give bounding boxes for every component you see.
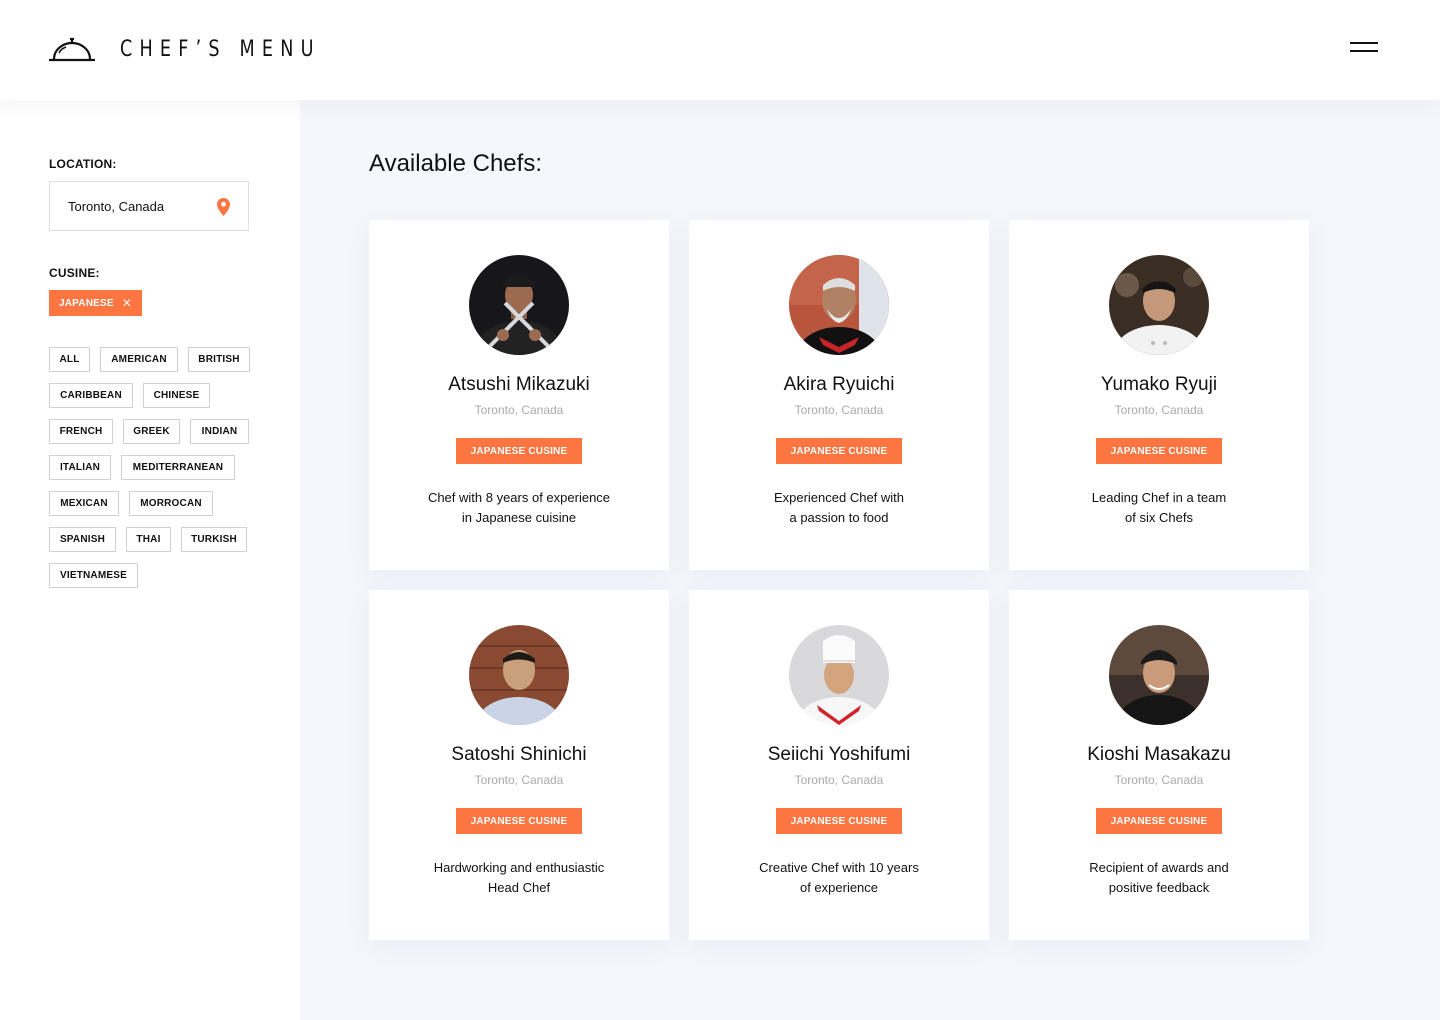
chef-location: Toronto, Canada [474, 773, 564, 787]
chef-description: Recipient of awards and positive feedbac… [1049, 858, 1269, 898]
chef-avatar [469, 255, 569, 355]
cuisine-tag-french[interactable]: FRENCH [49, 419, 113, 444]
cuisine-badge: JAPANESE CUSINE [1096, 808, 1222, 834]
chef-card[interactable]: Kioshi Masakazu Toronto, Canada JAPANESE… [1009, 590, 1309, 940]
cuisine-tag-italian[interactable]: ITALIAN [49, 455, 111, 480]
cuisine-tag-label: SPANISH [59, 534, 106, 545]
cuisine-tag-indian[interactable]: INDIAN [190, 419, 249, 444]
chef-name: Kioshi Masakazu [1087, 744, 1231, 765]
hamburger-menu-icon[interactable] [1350, 42, 1380, 56]
cuisine-tag-american[interactable]: AMERICAN [100, 347, 178, 372]
chef-description-line: a passion to food [789, 510, 889, 525]
cuisine-badge: JAPANESE CUSINE [776, 808, 902, 834]
cuisine-tag-british[interactable]: BRITISH [188, 347, 250, 372]
chef-location: Toronto, Canada [794, 773, 884, 787]
chef-description: Chef with 8 years of experience in Japan… [409, 488, 629, 528]
chef-card[interactable]: Yumako Ryuji Toronto, Canada JAPANESE CU… [1009, 220, 1309, 570]
chef-avatar [789, 255, 889, 355]
cuisine-tag-morrocan[interactable]: MORROCAN [129, 491, 213, 516]
cuisine-tag-all[interactable]: ALL [49, 347, 90, 372]
selected-cuisine-label: JAPANESE [59, 297, 114, 309]
chef-name: Satoshi Shinichi [451, 744, 587, 765]
chef-description-line: positive feedback [1108, 880, 1210, 895]
cuisine-tag-label: CARIBBEAN [60, 390, 122, 401]
cuisine-tag-mediterranean[interactable]: MEDITERRANEAN [121, 455, 235, 480]
chef-card[interactable]: Seiichi Yoshifumi Toronto, Canada JAPANE… [689, 590, 989, 940]
cuisine-tag-label: BRITISH [198, 354, 240, 365]
cuisine-badge: JAPANESE CUSINE [776, 438, 902, 464]
chef-description: Creative Chef with 10 years of experienc… [729, 858, 949, 898]
chef-description: Hardworking and enthusiastic Head Chef [409, 858, 629, 898]
cloche-icon [49, 37, 95, 62]
location-value: Toronto, Canada [68, 198, 165, 214]
cuisine-tag-greek[interactable]: GREEK [123, 419, 180, 444]
close-icon[interactable]: ✕ [122, 297, 132, 309]
cuisine-tag-vietnamese[interactable]: VIETNAMESE [49, 563, 138, 588]
selected-cuisine-tag[interactable]: JAPANESE ✕ [49, 290, 143, 316]
cuisine-tag-spanish[interactable]: SPANISH [49, 527, 116, 552]
logo[interactable]: CHEF’S MENU [48, 34, 371, 64]
cuisine-badge: JAPANESE CUSINE [456, 438, 582, 464]
cuisine-tag-label: TURKISH [191, 534, 237, 545]
chef-avatar [1109, 625, 1209, 725]
filter-sidebar: LOCATION: Toronto, Canada CUSINE: JAPANE… [0, 100, 300, 1020]
cuisine-tag-label: ITALIAN [59, 462, 101, 473]
chef-description-line: Leading Chef in a team [1091, 490, 1227, 505]
cuisine-tag-label: MEDITERRANEAN [132, 462, 224, 473]
chef-description-line: Creative Chef with 10 years [759, 860, 919, 875]
cuisine-tag-turkish[interactable]: TURKISH [181, 527, 247, 552]
chef-avatar [469, 625, 569, 725]
chef-name: Seiichi Yoshifumi [767, 744, 911, 765]
cuisine-tag-caribbean[interactable]: CARIBBEAN [49, 383, 133, 408]
chef-description-line: in Japanese cuisine [461, 510, 577, 525]
map-pin-icon[interactable] [217, 198, 230, 216]
chef-description-line: of experience [799, 880, 879, 895]
top-header: CHEF’S MENU [0, 0, 1440, 100]
cuisine-tag-label: GREEK [133, 426, 170, 437]
cuisine-tag-label: FRENCH [59, 426, 103, 437]
cuisine-tag-label: VIETNAMESE [59, 570, 127, 581]
chef-location: Toronto, Canada [1114, 403, 1204, 417]
chef-description-line: Head Chef [487, 880, 551, 895]
cuisine-tag-label: MEXICAN [60, 498, 108, 509]
cuisine-tag-label: MORROCAN [140, 498, 202, 509]
cuisine-tag-label: ALL [59, 354, 80, 365]
page-title: Available Chefs: [369, 150, 542, 177]
chef-location: Toronto, Canada [794, 403, 884, 417]
cuisine-tag-label: AMERICAN [111, 354, 167, 365]
cuisine-tag-mexican[interactable]: MEXICAN [49, 491, 119, 516]
chef-description: Leading Chef in a team of six Chefs [1049, 488, 1269, 528]
chef-name: Atsushi Mikazuki [448, 374, 590, 395]
chef-description-line: Recipient of awards and [1089, 860, 1229, 875]
chef-name: Akira Ryuichi [783, 374, 895, 395]
cuisine-tag-label: INDIAN [201, 426, 238, 437]
chef-avatar [789, 625, 889, 725]
chef-description-line: Chef with 8 years of experience [427, 490, 611, 505]
chef-card[interactable]: Atsushi Mikazuki Toronto, Canada JAPANES… [369, 220, 669, 570]
cuisine-tag-label: THAI [136, 534, 161, 545]
location-input[interactable]: Toronto, Canada [49, 181, 249, 231]
chef-description-line: of six Chefs [1125, 510, 1193, 525]
chef-card[interactable]: Akira Ryuichi Toronto, Canada JAPANESE C… [689, 220, 989, 570]
chef-location: Toronto, Canada [1114, 773, 1204, 787]
location-label: LOCATION: [49, 157, 117, 171]
chef-description-line: Hardworking and enthusiastic [433, 860, 605, 875]
cuisine-tag-chinese[interactable]: CHINESE [143, 383, 210, 408]
chef-description: Experienced Chef with a passion to food [729, 488, 949, 528]
cuisine-tag-thai[interactable]: THAI [126, 527, 171, 552]
chef-card[interactable]: Satoshi Shinichi Toronto, Canada JAPANES… [369, 590, 669, 940]
cuisine-badge: JAPANESE CUSINE [456, 808, 582, 834]
chef-location: Toronto, Canada [474, 403, 564, 417]
cusine-label: CUSINE: [49, 266, 100, 280]
cuisine-badge: JAPANESE CUSINE [1096, 438, 1222, 464]
logo-text: CHEF’S MENU [120, 36, 321, 62]
chef-description-line: Experienced Chef with [773, 490, 905, 505]
chef-avatar [1109, 255, 1209, 355]
chef-name: Yumako Ryuji [1100, 374, 1218, 395]
cuisine-tag-label: CHINESE [153, 390, 200, 401]
